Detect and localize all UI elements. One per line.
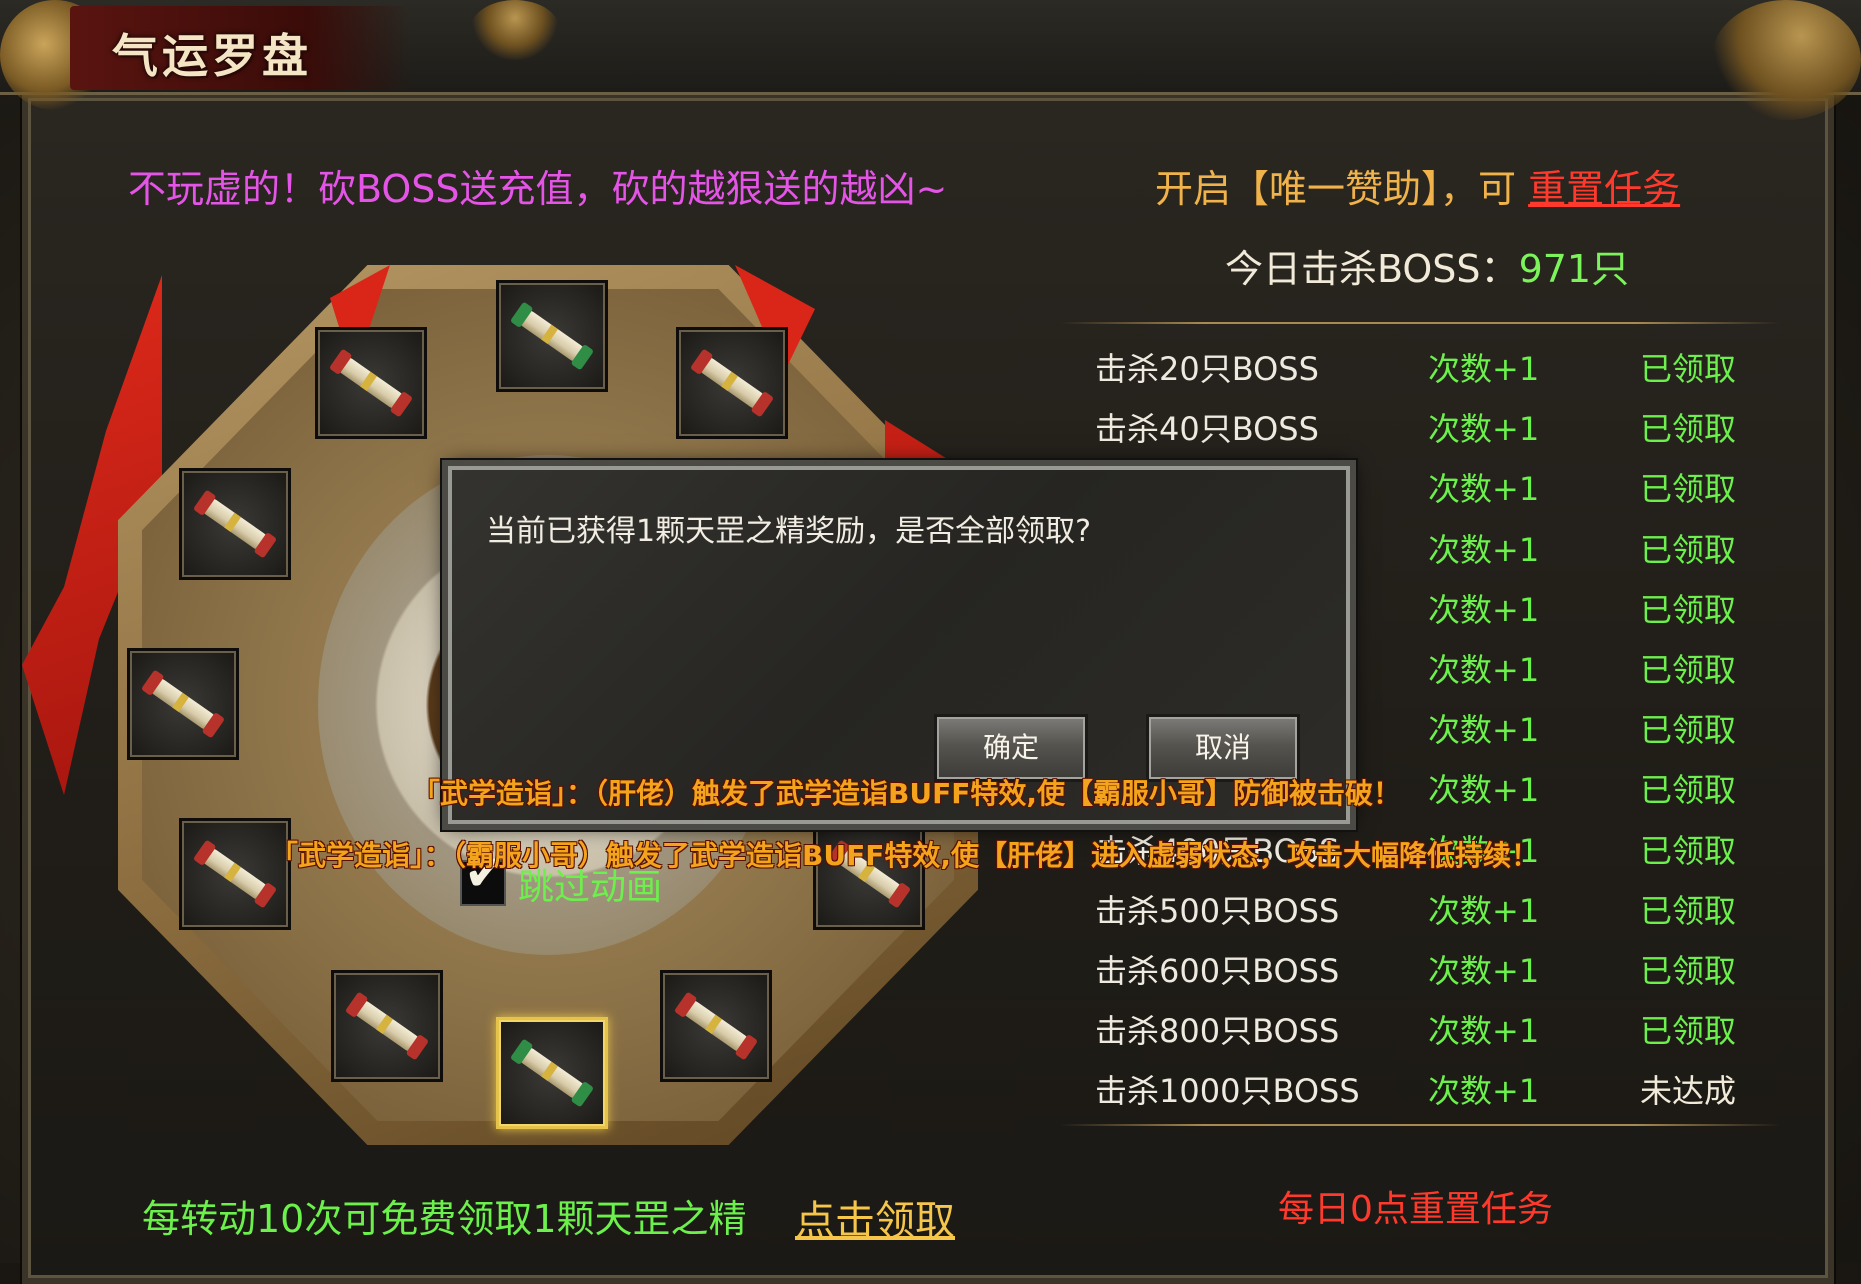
kill-count: 今日击杀BOSS：971只 (1225, 238, 1629, 293)
task-row: 击杀500只BOSS 次数+1 已领取 (1095, 882, 1775, 942)
kill-count-value: 971只 (1518, 247, 1630, 291)
task-status: 已领取 (1640, 711, 1737, 750)
confirm-dialog: 当前已获得1颗天罡之精奖励，是否全部领取? 确定 取消 (448, 466, 1350, 824)
task-name: 击杀40只BOSS (1095, 410, 1319, 449)
task-reward: 次数+1 (1428, 711, 1540, 750)
scroll-icon (335, 354, 407, 412)
divider-bottom (1060, 1124, 1780, 1126)
scroll-icon (516, 1044, 588, 1102)
task-reward: 次数+1 (1428, 410, 1540, 449)
task-status: 已领取 (1640, 891, 1737, 930)
dragon-ornament-mid-icon (470, 0, 560, 60)
reward-slot-selected[interactable] (496, 1017, 608, 1129)
sponsor-prefix: 开启【唯一赞助】，可 (1155, 167, 1529, 211)
divider-top (1060, 322, 1780, 324)
daily-reset-note: 每日0点重置任务 (1278, 1189, 1553, 1230)
scroll-icon (147, 675, 219, 733)
dragon-ornament-right-icon (1711, 0, 1861, 120)
sponsor-text: 开启【唯一赞助】，可 重置任务 (1155, 158, 1680, 213)
promo-text: 不玩虚的！砍BOSS送充值，砍的越狠送的越凶~ (128, 167, 948, 211)
task-row: 击杀40只BOSS 次数+1 已领取 (1095, 400, 1775, 460)
free-claim-note: 每转动10次可免费领取1颗天罡之精 (142, 1197, 747, 1241)
task-status: 已领取 (1640, 530, 1737, 569)
task-reward: 次数+1 (1428, 951, 1540, 990)
reward-slot[interactable] (660, 970, 772, 1082)
task-reward: 次数+1 (1428, 771, 1540, 810)
scroll-icon (199, 845, 271, 903)
claim-link[interactable]: 点击领取 (795, 1188, 955, 1246)
scroll-icon (680, 997, 752, 1055)
reward-slot[interactable] (127, 648, 239, 760)
task-status: 已领取 (1640, 831, 1737, 870)
task-name: 击杀500只BOSS (1095, 891, 1340, 930)
task-name: 击杀600只BOSS (1095, 951, 1340, 990)
task-reward: 次数+1 (1428, 1012, 1540, 1051)
task-status: 已领取 (1640, 951, 1737, 990)
task-status: 已领取 (1640, 410, 1737, 449)
task-row: 击杀20只BOSS 次数+1 已领取 (1095, 340, 1775, 400)
dialog-message: 当前已获得1颗天罡之精奖励，是否全部领取? (486, 514, 1092, 549)
scroll-icon (199, 495, 271, 553)
task-status: 已领取 (1640, 350, 1737, 388)
task-status: 已领取 (1640, 590, 1737, 629)
task-row: 击杀800只BOSS 次数+1 已领取 (1095, 1002, 1775, 1062)
kill-count-label: 今日击杀BOSS： (1225, 247, 1519, 291)
task-name: 击杀800只BOSS (1095, 1012, 1340, 1051)
task-status: 已领取 (1640, 650, 1737, 689)
combat-log-line: 「武学造诣」：（肝佬）触发了武学造诣BUFF特效,使【霸服小哥】防御被击破！ (412, 777, 1401, 810)
task-reward: 次数+1 (1428, 470, 1540, 509)
task-status: 未达成 (1640, 1072, 1737, 1111)
scroll-icon (696, 354, 768, 412)
task-reward: 次数+1 (1428, 530, 1540, 569)
task-reward: 次数+1 (1428, 350, 1540, 388)
combat-log-line: 「武学造诣」：（霸服小哥）触发了武学造诣BUFF特效,使【肝佬】进入虚弱状态，攻… (270, 839, 1539, 872)
task-status: 已领取 (1640, 1012, 1737, 1051)
task-row: 击杀1000只BOSS 次数+1 未达成 (1095, 1062, 1775, 1122)
reset-task-link[interactable]: 重置任务 (1528, 167, 1680, 211)
task-name: 击杀1000只BOSS (1095, 1072, 1360, 1111)
task-reward: 次数+1 (1428, 891, 1540, 930)
task-reward: 次数+1 (1428, 650, 1540, 689)
scroll-icon (516, 307, 588, 365)
task-reward: 次数+1 (1428, 1072, 1540, 1111)
task-status: 已领取 (1640, 771, 1737, 810)
scroll-icon (351, 997, 423, 1055)
task-status: 已领取 (1640, 470, 1737, 509)
task-row: 击杀600只BOSS 次数+1 已领取 (1095, 942, 1775, 1002)
reward-slot[interactable] (676, 327, 788, 439)
task-name: 击杀20只BOSS (1095, 350, 1319, 388)
task-reward: 次数+1 (1428, 590, 1540, 629)
reward-slot[interactable] (496, 280, 608, 392)
reward-slot[interactable] (331, 970, 443, 1082)
window-title: 气运罗盘 (112, 29, 312, 83)
reward-slot[interactable] (315, 327, 427, 439)
reward-slot[interactable] (179, 468, 291, 580)
